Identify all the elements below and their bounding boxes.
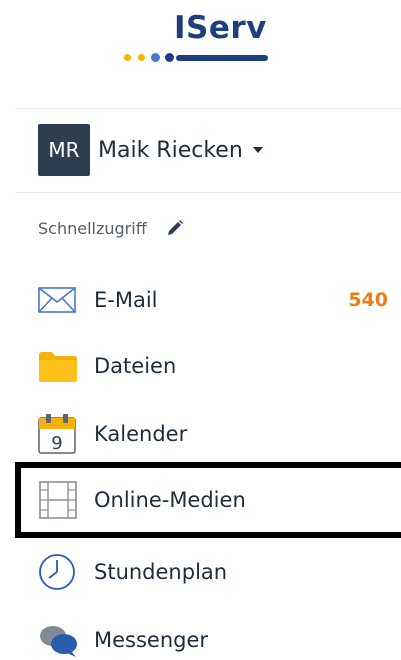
nav-item-label: E-Mail: [94, 288, 158, 312]
quick-access-header: Schnellzugriff: [38, 218, 185, 238]
calendar-icon: 9: [38, 414, 80, 454]
nav-item-label: Messenger: [94, 628, 209, 652]
divider: [15, 192, 401, 193]
quick-access-label: Schnellzugriff: [38, 218, 147, 238]
avatar: MR: [38, 124, 90, 176]
nav-item-label: Online-Medien: [94, 488, 246, 512]
nav-item-label: Stundenplan: [94, 560, 228, 584]
nav-item-label: Kalender: [94, 422, 188, 446]
nav-item-calendar[interactable]: 9 Kalender: [38, 414, 398, 454]
logo-dot: [124, 54, 131, 61]
user-name: Maik Riecken: [98, 137, 243, 163]
clock-icon: [38, 554, 80, 590]
film-icon: [38, 481, 80, 519]
nav-item-email[interactable]: E-Mail 540: [38, 280, 398, 320]
logo-underline: [176, 55, 268, 61]
nav-item-label: Dateien: [94, 354, 177, 378]
iserv-logo[interactable]: IServ: [0, 0, 401, 110]
nav-item-timetable[interactable]: Stundenplan: [38, 552, 398, 592]
calendar-day: 9: [51, 433, 62, 454]
chat-bubbles-icon: [38, 622, 80, 658]
nav-item-files[interactable]: Dateien: [38, 346, 398, 386]
logo-text: IServ: [174, 10, 267, 46]
logo-dot: [165, 53, 174, 62]
nav-item-online-media[interactable]: Online-Medien: [38, 480, 398, 520]
unread-count-badge: 540: [348, 289, 388, 311]
caret-down-icon: [252, 147, 263, 153]
folder-icon: [38, 348, 80, 384]
pencil-icon[interactable]: [165, 218, 185, 238]
logo-dot: [138, 54, 145, 61]
envelope-icon: [38, 282, 80, 318]
logo-dot: [151, 53, 160, 62]
nav-item-messenger[interactable]: Messenger: [38, 620, 398, 660]
user-menu[interactable]: MR Maik Riecken: [38, 124, 263, 176]
divider: [15, 108, 401, 109]
